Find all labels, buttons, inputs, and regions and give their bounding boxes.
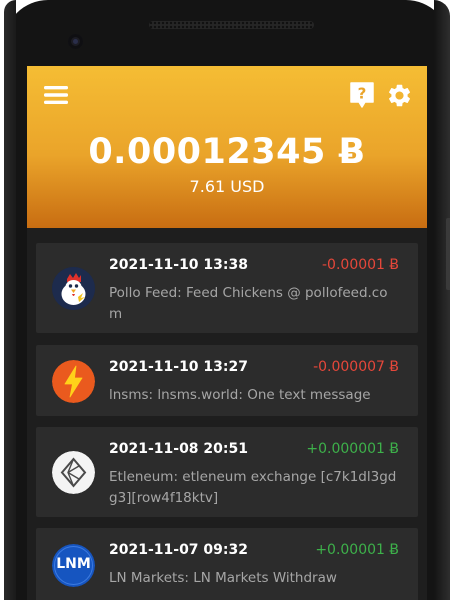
transaction-amount: +0.000001 Ƀ	[306, 441, 399, 457]
wallet-header: ? 0.00012345 Ƀ 7.61 USD	[27, 66, 427, 228]
phone-edge-right	[434, 0, 450, 600]
transaction-item[interactable]: 2021-11-10 13:38 -0.00001 Ƀ Pollo Feed: …	[36, 243, 418, 333]
transaction-date: 2021-11-10 13:38	[109, 257, 248, 273]
transaction-description: LN Markets: LN Markets Withdraw	[109, 570, 337, 586]
gear-icon[interactable]	[386, 82, 413, 109]
transaction-description: Pollo Feed: Feed Chickens @ pollofeed.co…	[109, 285, 388, 322]
ln-markets-logo-text: LNM	[56, 556, 91, 572]
hamburger-menu-icon[interactable]	[43, 84, 69, 106]
lnsms-lightning-icon	[52, 360, 95, 403]
transaction-item[interactable]: 2021-11-10 13:27 -0.000007 Ƀ lnsms: lnsm…	[36, 345, 418, 416]
ln-markets-logo-icon: LNM	[52, 544, 95, 587]
balance-amount: 0.00012345 Ƀ	[88, 132, 366, 172]
fiat-balance: 7.61 USD	[189, 177, 265, 196]
transaction-amount: -0.000007 Ƀ	[313, 359, 399, 375]
phone-side-button	[446, 218, 450, 290]
pollo-feed-chicken-icon	[52, 267, 95, 310]
help-question-icon[interactable]: ?	[349, 81, 375, 109]
transaction-item[interactable]: 2021-11-08 20:51 +0.000001 Ƀ Etleneum: e…	[36, 427, 418, 517]
transaction-amount: +0.00001 Ƀ	[315, 542, 399, 558]
phone-speaker	[149, 21, 314, 29]
transaction-date: 2021-11-08 20:51	[109, 441, 248, 457]
transaction-amount: -0.00001 Ƀ	[322, 257, 399, 273]
transaction-item[interactable]: LNM 2021-11-07 09:32 +0.00001 Ƀ LN Marke…	[36, 528, 418, 600]
phone-camera	[68, 34, 83, 49]
etleneum-logo-icon	[52, 451, 95, 494]
transaction-description: Etleneum: etleneum exchange [c7k1dl3gdg3…	[109, 469, 397, 506]
transaction-date: 2021-11-10 13:27	[109, 359, 248, 375]
phone-edge-left	[4, 0, 16, 600]
transaction-description: lnsms: lnsms.world: One text message	[109, 387, 371, 403]
transaction-date: 2021-11-07 09:32	[109, 542, 248, 558]
svg-text:?: ?	[358, 85, 367, 103]
app-screen: ? 0.00012345 Ƀ 7.61 USD 2021-11-10 13:38…	[27, 66, 427, 600]
